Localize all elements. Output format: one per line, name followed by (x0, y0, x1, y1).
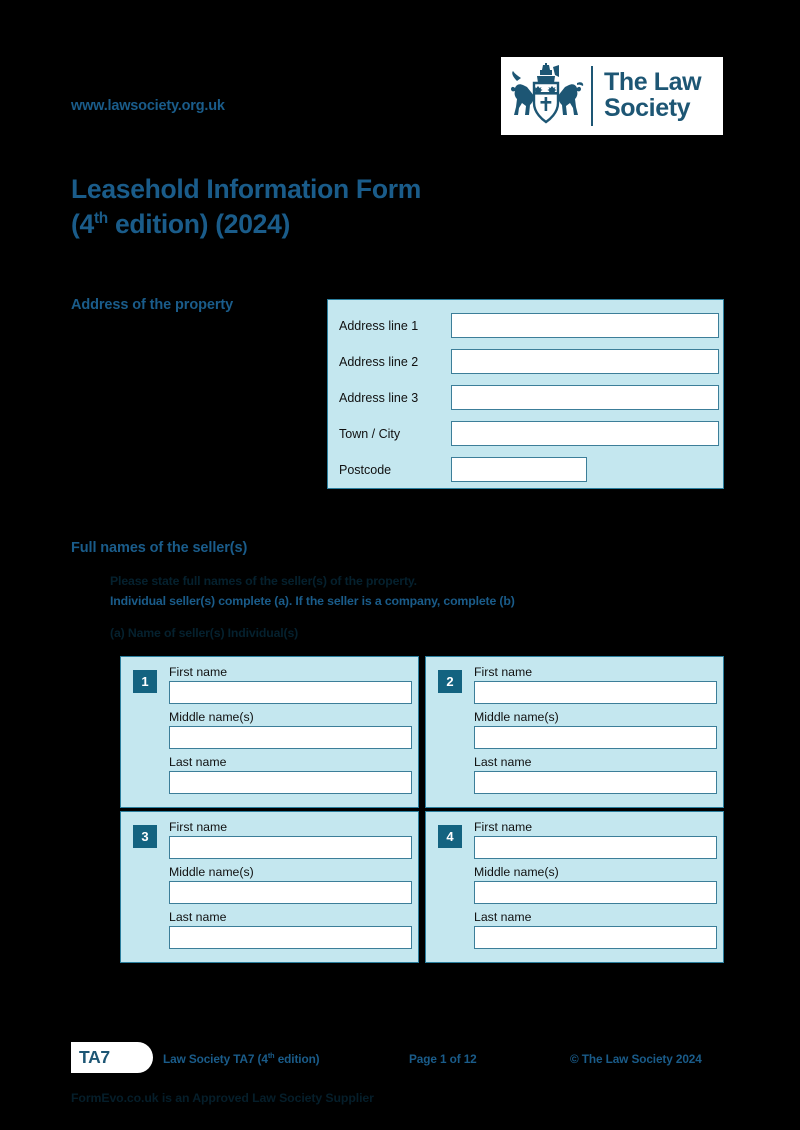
logo-wordmark: The Law Society (604, 68, 702, 122)
seller-fields-3: First name Middle name(s) Last name (169, 820, 412, 955)
seller-panel-2: 2 First name Middle name(s) Last name (425, 656, 724, 808)
law-society-crest-icon (511, 63, 584, 124)
footer-copyright: © The Law Society 2024 (570, 1052, 702, 1066)
address-row-line-1: Address line 1 (339, 313, 719, 338)
postcode-label: Postcode (339, 462, 392, 477)
seller-fields-4: First name Middle name(s) Last name (474, 820, 717, 955)
seller-number-badge-4: 4 (438, 825, 462, 848)
first-name-label-4: First name (474, 820, 533, 834)
last-name-label-3: Last name (169, 910, 227, 924)
first-name-input-1[interactable] (169, 681, 412, 704)
seller-number-badge-3: 3 (133, 825, 157, 848)
address-panel: Address line 1 Address line 2 Address li… (327, 299, 724, 489)
address-row-line-3: Address line 3 (339, 385, 719, 410)
form-code-badge: TA7 (71, 1042, 153, 1073)
page-title-line-2: (4th edition) (2024) (71, 207, 421, 242)
address-line-3-input[interactable] (451, 385, 719, 410)
last-name-input-4[interactable] (474, 926, 717, 949)
first-name-input-2[interactable] (474, 681, 717, 704)
form-page: www.lawsociety.org.uk The Law Society Le… (0, 0, 800, 1130)
footer-page-number: Page 1 of 12 (409, 1052, 477, 1066)
middle-names-input-2[interactable] (474, 726, 717, 749)
sellers-instruction-line-2: Individual seller(s) complete (a). If th… (110, 594, 515, 608)
logo-wordmark-line-2: Society (604, 94, 691, 122)
seller-panel-1: 1 First name Middle name(s) Last name (120, 656, 419, 808)
footer-edition-suffix: edition) (274, 1052, 320, 1066)
middle-names-input-1[interactable] (169, 726, 412, 749)
address-line-3-label: Address line 3 (339, 390, 419, 405)
address-row-town-city: Town / City (339, 421, 719, 446)
address-line-2-label: Address line 2 (339, 354, 419, 369)
address-row-postcode: Postcode (339, 457, 587, 482)
last-name-input-1[interactable] (169, 771, 412, 794)
address-line-1-label: Address line 1 (339, 318, 419, 333)
form-code-label: TA7 (79, 1047, 110, 1067)
seller-panel-3: 3 First name Middle name(s) Last name (120, 811, 419, 963)
middle-names-label-4: Middle name(s) (474, 865, 559, 879)
town-city-label: Town / City (339, 426, 401, 441)
law-society-logo: The Law Society (501, 57, 723, 135)
last-name-input-2[interactable] (474, 771, 717, 794)
last-name-input-3[interactable] (169, 926, 412, 949)
footer-supplier-note: FormEvo.co.uk is an Approved Law Society… (71, 1091, 374, 1105)
middle-names-input-3[interactable] (169, 881, 412, 904)
page-title-edition-suffix: edition) (2024) (107, 208, 291, 239)
address-section-heading: Address of the property (71, 297, 234, 313)
seller-number-badge-1: 1 (133, 670, 157, 693)
address-line-2-input[interactable] (451, 349, 719, 374)
address-row-line-2: Address line 2 (339, 349, 719, 374)
middle-names-label-2: Middle name(s) (474, 710, 559, 724)
first-name-label-1: First name (169, 665, 228, 679)
footer-edition-text: Law Society TA7 (4th edition) (163, 1052, 320, 1066)
address-line-1-input[interactable] (451, 313, 719, 338)
footer-edition-prefix: Law Society TA7 (4 (163, 1052, 268, 1066)
page-title-line-1: Leasehold Information Form (71, 174, 421, 204)
middle-names-label-3: Middle name(s) (169, 865, 254, 879)
town-city-input[interactable] (451, 421, 719, 446)
seller-fields-1: First name Middle name(s) Last name (169, 665, 412, 800)
seller-number-badge-2: 2 (438, 670, 462, 693)
postcode-input[interactable] (451, 457, 587, 482)
law-society-website-url[interactable]: www.lawsociety.org.uk (71, 98, 225, 114)
first-name-input-4[interactable] (474, 836, 717, 859)
page-title: Leasehold Information Form (4th edition)… (71, 172, 421, 242)
sellers-section-heading: Full names of the seller(s) (71, 540, 248, 556)
logo-wordmark-line-1: The Law (604, 68, 702, 97)
first-name-label-2: First name (474, 665, 533, 679)
last-name-label-4: Last name (474, 910, 532, 924)
page-title-edition-ordinal: th (93, 210, 108, 228)
last-name-label-2: Last name (474, 755, 532, 769)
first-name-label-3: First name (169, 820, 228, 834)
seller-fields-2: First name Middle name(s) Last name (474, 665, 717, 800)
sellers-instruction-line-1: Please state full names of the seller(s)… (110, 574, 417, 588)
logo-divider (591, 66, 593, 126)
first-name-input-3[interactable] (169, 836, 412, 859)
middle-names-input-4[interactable] (474, 881, 717, 904)
sellers-subsection-a-label: (a) Name of seller(s) Individual(s) (110, 626, 299, 640)
middle-names-label-1: Middle name(s) (169, 710, 254, 724)
seller-panel-4: 4 First name Middle name(s) Last name (425, 811, 724, 963)
last-name-label-1: Last name (169, 755, 227, 769)
page-title-edition-prefix: (4 (71, 208, 94, 239)
footer-edition-ordinal: th (267, 1051, 275, 1061)
